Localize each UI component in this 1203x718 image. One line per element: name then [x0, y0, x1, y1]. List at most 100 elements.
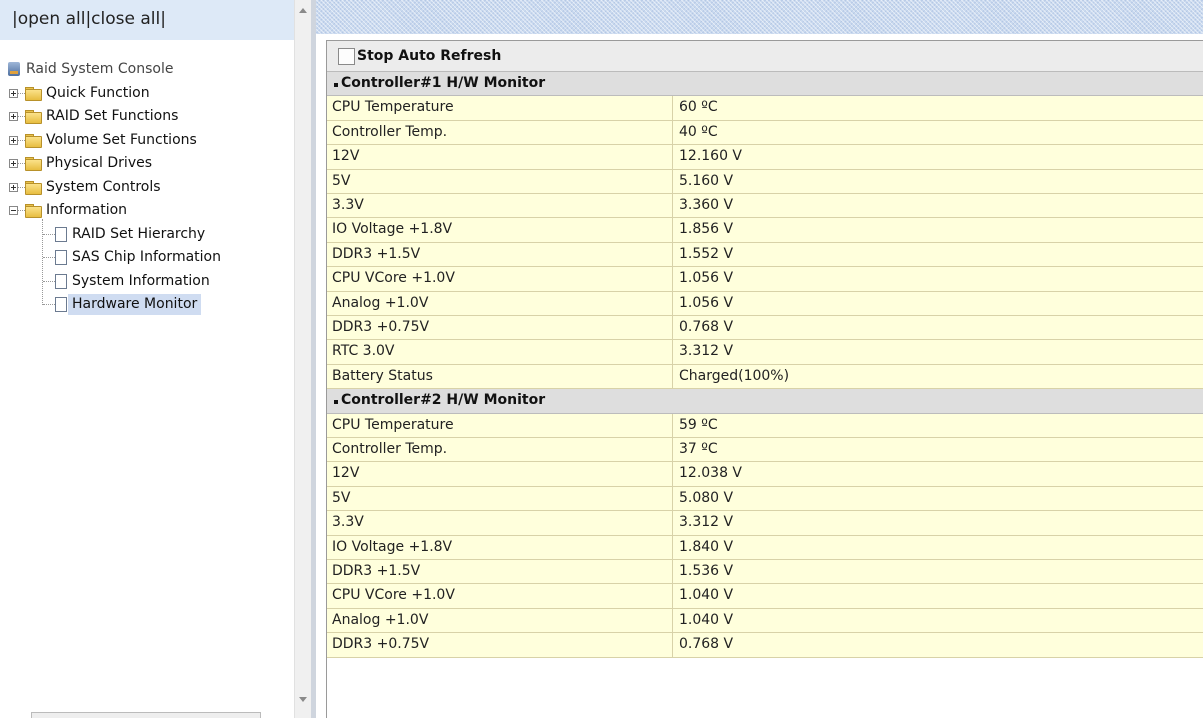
open-close-links: |open all|close all| — [12, 9, 166, 29]
cell-divider — [672, 438, 673, 462]
folder-icon-body — [25, 206, 42, 218]
stop-auto-refresh-label[interactable]: Stop Auto Refresh — [357, 48, 501, 64]
tree-connector — [43, 257, 55, 258]
scroll-down-arrow-icon[interactable] — [299, 697, 307, 702]
sensor-value: 37 ºC — [679, 441, 718, 457]
bullet-icon — [334, 400, 338, 405]
tree-folder-quick-function[interactable]: Quick Function — [0, 82, 290, 106]
tree-folder-volume-set-functions[interactable]: Volume Set Functions — [0, 129, 290, 153]
tree-vertical-connector — [42, 218, 43, 305]
cell-divider — [672, 584, 673, 608]
tree-folder-information[interactable]: Information — [0, 199, 290, 223]
tree-toolbar: |open all|close all| — [0, 0, 294, 40]
sensor-value: 1.056 V — [679, 270, 734, 287]
tree-connector — [43, 280, 55, 282]
sensor-name: CPU Temperature — [332, 416, 454, 433]
cell-divider — [672, 560, 673, 584]
tree-leaf-label: SAS Chip Information — [72, 249, 221, 265]
vertical-scrollbar[interactable] — [294, 0, 312, 718]
section-header-controller1: Controller#1 H/W Monitor — [327, 72, 1203, 97]
sensor-name: 5V — [332, 172, 351, 189]
close-all-link[interactable]: close all — [91, 9, 160, 29]
tree-root[interactable]: Raid System Console — [0, 58, 290, 82]
tree-folder-system-controls[interactable]: System Controls — [0, 176, 290, 200]
plus-expander-icon[interactable] — [9, 159, 18, 168]
tree-leaf-sas-chip-information[interactable]: SAS Chip Information — [0, 246, 290, 270]
folder-icon — [25, 133, 42, 148]
sensor-name: 3.3V — [332, 514, 364, 531]
sensor-name: 12V — [332, 148, 360, 165]
stop-auto-refresh-row: Stop Auto Refresh — [327, 41, 1203, 72]
expander-plus-bar — [13, 184, 14, 190]
horizontal-scrollbar[interactable] — [31, 712, 261, 718]
sensor-name: Analog +1.0V — [332, 611, 429, 628]
sensor-name: 12V — [332, 465, 360, 482]
cell-divider — [672, 511, 673, 535]
tree-folder-label: Quick Function — [46, 84, 150, 101]
sensor-name: 3.3V — [332, 197, 364, 213]
plus-expander-icon[interactable] — [9, 182, 18, 192]
scroll-up-arrow-icon[interactable] — [299, 8, 307, 13]
folder-icon — [25, 204, 42, 218]
sensor-name: Analog +1.0V — [332, 294, 429, 311]
tree-leaf-label: RAID Set Hierarchy — [72, 225, 206, 242]
stop-auto-refresh-checkbox[interactable] — [338, 48, 355, 65]
sensor-name: 5V — [332, 489, 351, 506]
tree-leaf-raid-set-hierarchy[interactable]: RAID Set Hierarchy — [0, 223, 290, 247]
tree-folder-physical-drives[interactable]: Physical Drives — [0, 152, 290, 176]
tree-folder-raid-set-functions[interactable]: RAID Set Functions — [0, 105, 290, 129]
sensor-value: 60 ºC — [679, 99, 718, 116]
sensor-name: IO Voltage +1.8V — [332, 221, 453, 238]
cell-divider — [672, 218, 673, 242]
sensor-value: 3.312 V — [679, 343, 734, 360]
tree-leaf-system-information[interactable]: System Information — [0, 270, 290, 294]
sensor-name: CPU Temperature — [332, 99, 454, 116]
sensor-value: 3.312 V — [679, 514, 734, 531]
folder-icon — [25, 180, 42, 195]
folder-icon-body — [25, 135, 42, 148]
tree-leaf-hardware-monitor[interactable]: Hardware Monitor — [0, 293, 290, 317]
document-icon — [55, 297, 67, 312]
sensor-value: 1.840 V — [679, 538, 734, 555]
sensor-value: Charged(100%) — [679, 367, 790, 384]
minus-expander-icon[interactable] — [9, 206, 18, 215]
cell-divider — [672, 194, 673, 218]
sensor-value: 1.856 V — [679, 221, 734, 238]
plus-expander-icon[interactable] — [9, 112, 18, 121]
table-row: 5V 5.080 V — [327, 486, 1203, 512]
expander-plus-bar — [13, 114, 14, 119]
tree-root-label: Raid System Console — [26, 61, 174, 77]
tree-folder-label: RAID Set Functions — [46, 108, 179, 124]
table-row: 12V 12.160 V — [327, 145, 1203, 170]
plus-expander-icon[interactable] — [9, 135, 18, 145]
table-row: DDR3 +0.75V 0.768 V — [327, 633, 1203, 658]
folder-icon — [25, 157, 42, 171]
tree-folder-label: Volume Set Functions — [46, 131, 197, 148]
table-row: Controller Temp. 37 ºC — [327, 438, 1203, 463]
tree-leaf-label: Hardware Monitor — [68, 294, 202, 315]
table-row: CPU Temperature 60 ºC — [327, 96, 1203, 121]
sensor-name: DDR3 +0.75V — [332, 636, 430, 653]
separator: | — [160, 9, 166, 29]
table-row: DDR3 +0.75V 0.768 V — [327, 316, 1203, 341]
sensor-name: Controller Temp. — [332, 123, 448, 140]
table-row: Battery Status Charged(100%) — [327, 364, 1203, 390]
table-row: Analog +1.0V 1.040 V — [327, 608, 1203, 634]
cell-divider — [672, 340, 673, 364]
sensor-value: 5.080 V — [679, 489, 734, 506]
sensor-name: Battery Status — [332, 367, 433, 384]
cell-divider — [672, 267, 673, 291]
document-icon — [55, 250, 67, 265]
table-row: 12V 12.038 V — [327, 462, 1203, 487]
table-row: CPU VCore +1.0V 1.056 V — [327, 267, 1203, 292]
sensor-name: CPU VCore +1.0V — [332, 270, 455, 287]
sensor-value: 0.768 V — [679, 319, 734, 335]
open-all-link[interactable]: open all — [18, 9, 86, 29]
tree-folder-label: System Controls — [46, 178, 161, 195]
folder-icon-body — [25, 112, 42, 124]
plus-expander-icon[interactable] — [9, 88, 18, 98]
sensor-name: RTC 3.0V — [332, 343, 395, 360]
section-title: Controller#1 H/W Monitor — [341, 75, 546, 91]
table-row: CPU Temperature 59 ºC — [327, 413, 1203, 438]
sensor-name: DDR3 +1.5V — [332, 245, 421, 262]
